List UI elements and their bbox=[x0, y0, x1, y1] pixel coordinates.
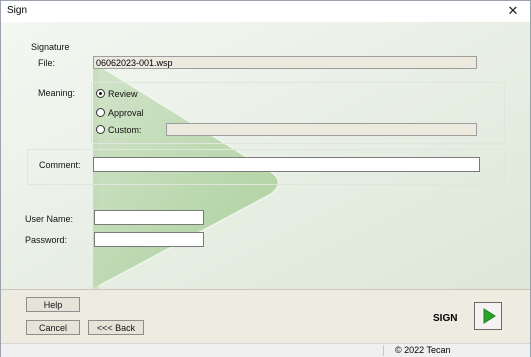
signature-group-label: Signature bbox=[31, 42, 70, 52]
username-field[interactable] bbox=[94, 210, 204, 225]
file-label: File: bbox=[38, 58, 56, 68]
username-label: User Name: bbox=[25, 214, 74, 224]
review-radio[interactable] bbox=[96, 89, 105, 98]
window-title: Sign bbox=[7, 5, 28, 16]
review-label[interactable]: Review bbox=[108, 89, 138, 99]
meaning-label: Meaning: bbox=[38, 88, 76, 98]
custom-meaning-field bbox=[166, 123, 477, 136]
sign-dialog: Sign ✕ Signature File: 06062023-001.wsp … bbox=[0, 0, 531, 357]
sign-label: SIGN bbox=[433, 313, 458, 324]
status-bar: © 2022 Tecan bbox=[1, 343, 530, 357]
title-bar: Sign ✕ bbox=[1, 1, 530, 22]
custom-label[interactable]: Custom: bbox=[108, 125, 142, 135]
comment-label: Comment: bbox=[39, 160, 81, 170]
file-field: 06062023-001.wsp bbox=[93, 56, 477, 69]
back-button[interactable]: <<< Back bbox=[88, 320, 144, 335]
status-divider bbox=[383, 345, 384, 356]
approval-radio[interactable] bbox=[96, 108, 105, 117]
sign-button[interactable] bbox=[474, 302, 502, 330]
footer-bar: Help Cancel <<< Back SIGN bbox=[1, 289, 530, 344]
close-icon[interactable]: ✕ bbox=[496, 1, 530, 22]
dialog-content: Signature File: 06062023-001.wsp Meaning… bbox=[1, 22, 530, 289]
play-icon bbox=[483, 308, 496, 324]
custom-radio[interactable] bbox=[96, 125, 105, 134]
help-button[interactable]: Help bbox=[26, 297, 80, 312]
password-label: Password: bbox=[25, 235, 68, 245]
cancel-button[interactable]: Cancel bbox=[26, 320, 80, 335]
comment-field[interactable] bbox=[93, 157, 480, 172]
approval-label[interactable]: Approval bbox=[108, 108, 144, 118]
copyright-text: © 2022 Tecan bbox=[395, 345, 451, 355]
password-field[interactable] bbox=[94, 232, 204, 247]
